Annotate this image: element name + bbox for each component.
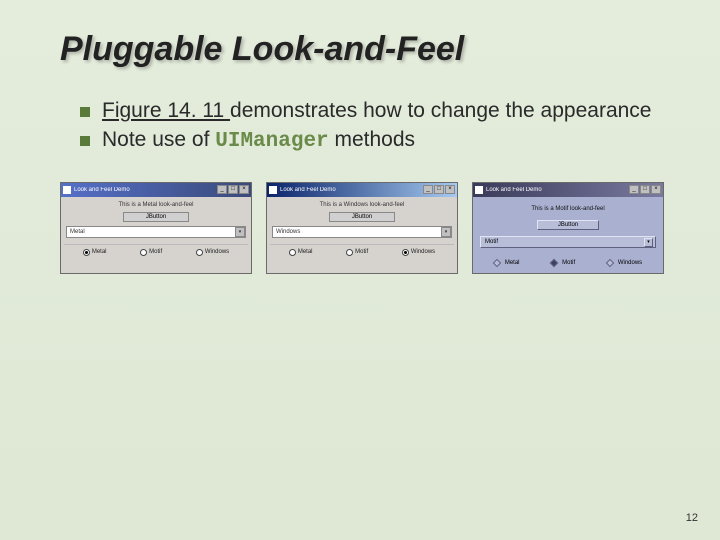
bullet-1-rest: demonstrates how to change the appearanc… [230,99,651,122]
motif-body: This is a Motif look-and-feel JButton Mo… [473,197,663,273]
chevron-down-icon[interactable]: ▾ [235,227,245,237]
bullet-list: Figure 14. 11 demonstrates how to change… [80,97,720,156]
motif-window: Look and Feel Demo _ □ × This is a Motif… [472,182,664,274]
metal-window: Look and Feel Demo _ □ × This is a Metal… [60,182,252,274]
minimize-button[interactable]: _ [423,185,433,194]
bullet-icon [80,136,90,146]
metal-titlebar: Look and Feel Demo _ □ × [61,183,251,197]
radio-metal[interactable]: Metal [494,260,520,266]
window-icon [63,186,71,194]
minimize-button[interactable]: _ [629,185,639,194]
window-icon [475,186,483,194]
minimize-button[interactable]: _ [217,185,227,194]
metal-radio-group: Metal Motif Windows [64,244,248,258]
metal-message: This is a Metal look-and-feel [64,200,248,210]
radio-motif[interactable]: Motif [346,249,368,256]
windows-message: This is a Windows look-and-feel [270,200,454,210]
windows-body: This is a Windows look-and-feel JButton … [267,197,457,261]
figure-row: Look and Feel Demo _ □ × This is a Metal… [60,182,720,274]
metal-combobox[interactable]: Metal ▾ [66,226,246,238]
titlebar-buttons: _ □ × [217,185,249,194]
motif-combo-value: Motif [485,239,498,245]
close-button[interactable]: × [445,185,455,194]
motif-radio-group: Metal Motif Windows [476,254,660,270]
chevron-down-icon[interactable]: ▾ [441,227,451,237]
motif-combobox[interactable]: Motif ▾ [480,236,656,248]
metal-jbutton[interactable]: JButton [123,212,189,222]
bullet-1: Figure 14. 11 demonstrates how to change… [80,97,720,124]
close-button[interactable]: × [651,185,661,194]
titlebar-buttons: _ □ × [629,185,661,194]
windows-combo-value: Windows [276,229,300,235]
windows-window: Look and Feel Demo _ □ × This is a Windo… [266,182,458,274]
maximize-button[interactable]: □ [434,185,444,194]
radio-motif[interactable]: Motif [551,260,575,266]
bullet-2-post: methods [329,128,415,151]
close-button[interactable]: × [239,185,249,194]
windows-combobox[interactable]: Windows ▾ [272,226,452,238]
code-uimanager: UIManager [215,130,328,153]
windows-radio-group: Metal Motif Windows [270,244,454,258]
metal-body: This is a Metal look-and-feel JButton Me… [61,197,251,261]
radio-metal[interactable]: Metal [83,249,107,256]
windows-titlebar: Look and Feel Demo _ □ × [267,183,457,197]
motif-titlebar: Look and Feel Demo _ □ × [473,183,663,197]
chevron-down-icon[interactable]: ▾ [644,238,653,247]
bullet-icon [80,107,90,117]
windows-title: Look and Feel Demo [280,187,423,193]
radio-metal[interactable]: Metal [289,249,313,256]
radio-motif[interactable]: Motif [140,249,162,256]
page-number: 12 [686,512,698,524]
bullet-1-text: Figure 14. 11 demonstrates how to change… [102,97,652,124]
motif-jbutton[interactable]: JButton [537,220,599,230]
windows-jbutton[interactable]: JButton [329,212,395,222]
window-icon [269,186,277,194]
radio-windows[interactable]: Windows [196,249,229,256]
bullet-2-text: Note use of UIManager methods [102,126,415,155]
motif-message: This is a Motif look-and-feel [476,200,660,218]
bullet-2-pre: Note use of [102,128,215,151]
radio-windows[interactable]: Windows [402,249,435,256]
slide-title: Pluggable Look-and-Feel [0,0,720,69]
titlebar-buttons: _ □ × [423,185,455,194]
metal-combo-value: Metal [70,229,85,235]
maximize-button[interactable]: □ [228,185,238,194]
bullet-2: Note use of UIManager methods [80,126,720,155]
radio-windows[interactable]: Windows [607,260,642,266]
motif-title: Look and Feel Demo [486,187,629,193]
metal-title: Look and Feel Demo [74,187,217,193]
figure-link[interactable]: Figure 14. 11 [102,99,230,122]
maximize-button[interactable]: □ [640,185,650,194]
